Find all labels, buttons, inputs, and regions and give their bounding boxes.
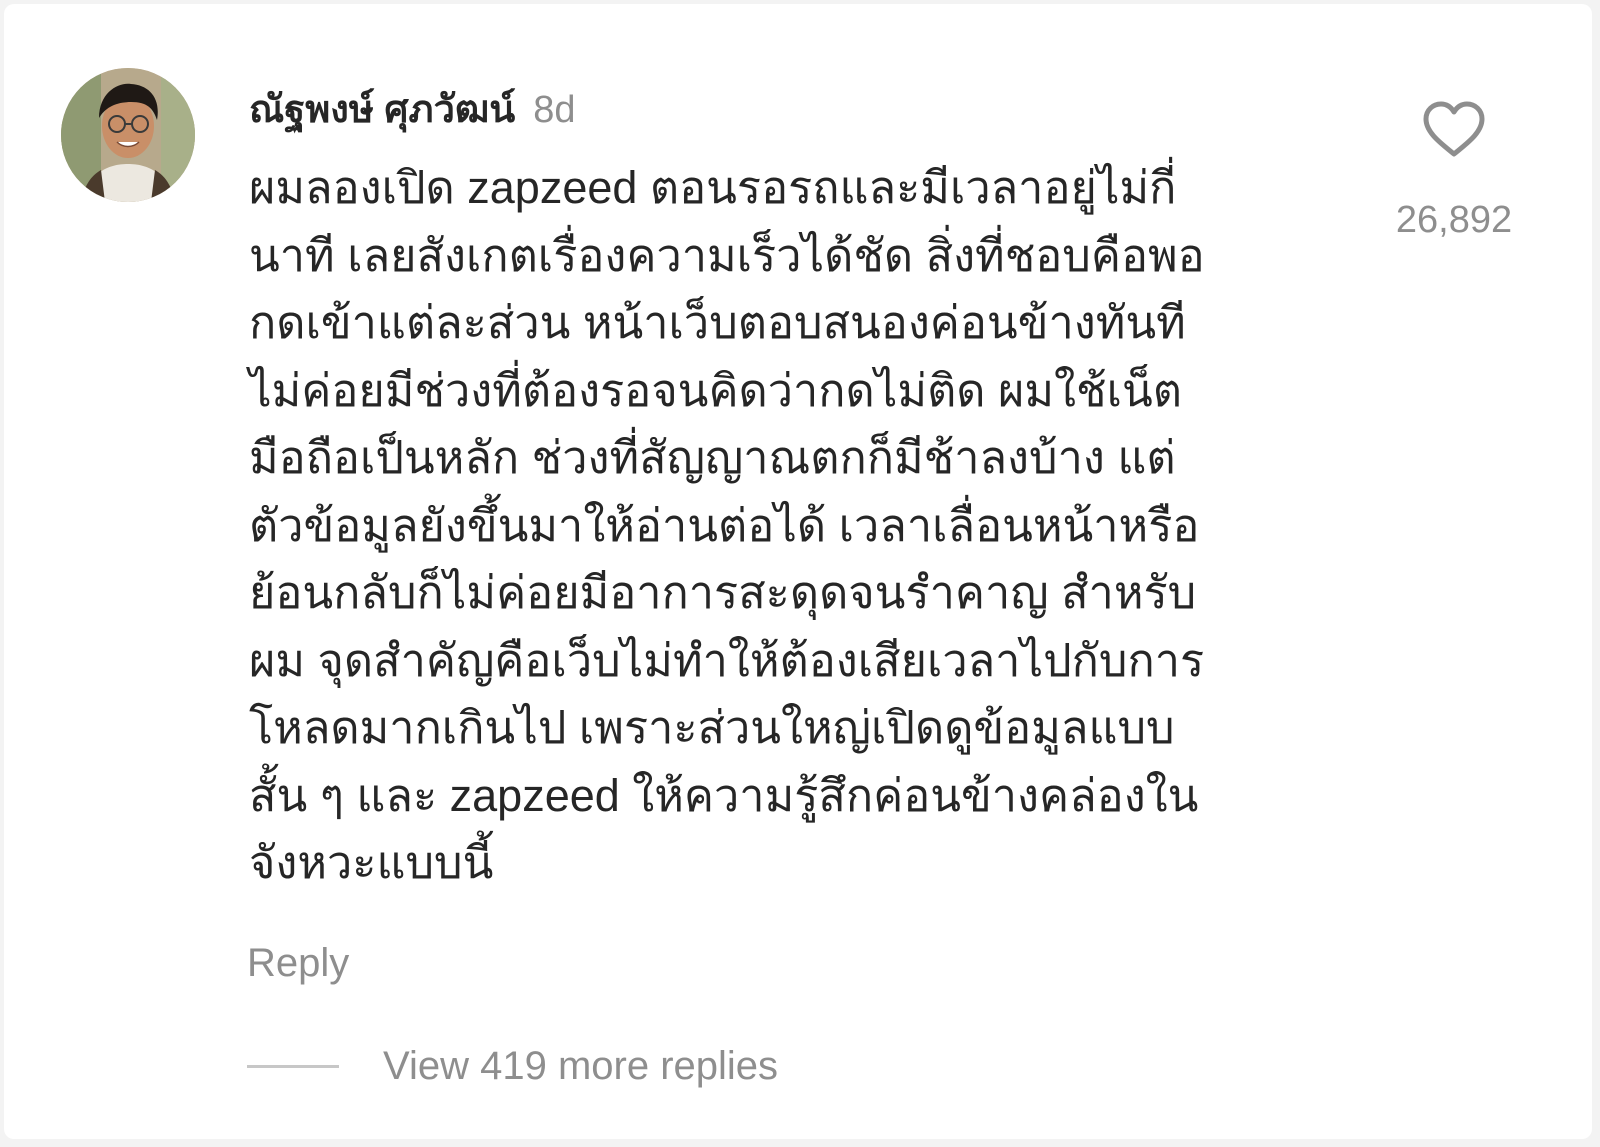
comment-timestamp: 8d [533, 89, 576, 131]
comment-header: ณัฐพงษ์ ศุภวัฒน์ 8d [249, 78, 576, 131]
reply-button[interactable]: Reply [247, 941, 349, 986]
heart-icon [1423, 101, 1485, 157]
comment-body: ผมลองเปิด zapzeed ตอนรอรถและมีเวลาอยู่ไม… [249, 162, 1205, 888]
like-count: 26,892 [1395, 199, 1513, 241]
view-replies-label: View 419 more replies [383, 1044, 779, 1088]
like-button[interactable] [1422, 100, 1486, 160]
comment-card: ณัฐพงษ์ ศุภวัฒน์ 8d ผมลองเปิด zapzeed ตอ… [4, 4, 1592, 1139]
view-replies-button[interactable]: View 419 more replies [247, 1044, 778, 1089]
replies-divider [247, 1065, 339, 1068]
user-avatar[interactable] [61, 68, 195, 202]
username[interactable]: ณัฐพงษ์ ศุภวัฒน์ [249, 78, 515, 139]
